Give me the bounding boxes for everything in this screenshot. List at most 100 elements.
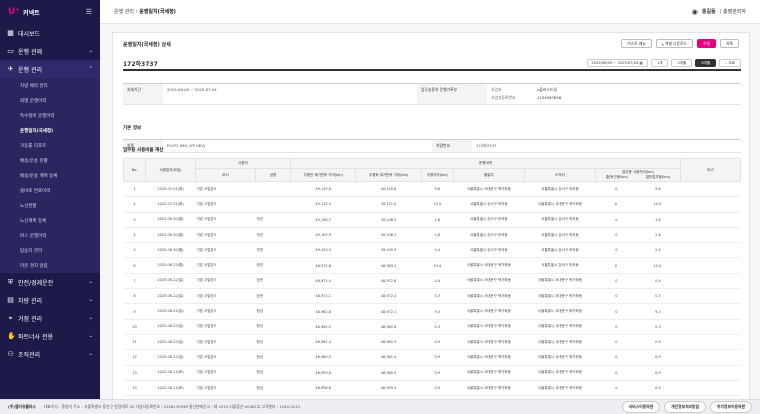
chevron-icon: ⌄ [88,297,93,303]
table-row[interactable]: 3 2025-06-30(월) 기본 사업장3 자연 49,106.7 49,108.5 1… [123,212,741,228]
privacy-link[interactable]: 개인정보처리방침 [664,401,707,413]
table-row[interactable]: 5 2025-06-30(월) 기본 사업장3 자연 49,103.5 49,105.9 2… [123,242,741,259]
submenu-item[interactable]: 노선계획 등록 [0,213,100,228]
cell-general: 0.4 [655,278,661,283]
basic-info-row: 차종 EV-PO HEV (YP HEV) 차량번호 172하3737 [123,139,741,153]
cell-dist: 9.8 [421,181,454,198]
submenu-item[interactable]: 회별 운행이력 [0,93,100,108]
usage-table-title: 업무용 사용비율 계산 [123,148,164,153]
table-row[interactable]: 8 2025-06-22(일) 기본 사업장3 정연 48,972.1 48,972.4 0… [123,288,741,305]
sidebar-top-1[interactable]: ▭ 운행 관제 ⌄ [0,42,100,60]
cell-dept: 기본 사업장3 [195,303,256,320]
app-root: U⁺ 커넥트 ☰ ▦ 대시보드 ▭ 운행 관제 ⌄ ✈ 운행 관리 ⌃ 차량 예약 관리 회별 … [0,0,760,414]
footer-company: (주)엘지유플러스 [8,404,36,409]
cell-name: 자연 [255,242,291,259]
cell-dep: 서울특별시 서대문구 북가좌동 [453,181,525,198]
table-row[interactable]: 2 2025-07-01(화) 기본 사업장3 49,110.5 49,121.0 10.… [123,196,741,213]
cell-name [255,196,291,213]
table-row[interactable]: 13 2025-06-21(토) 기본 사업장3 한남 48,959.8 48,960.5… [123,365,741,381]
submenu-item[interactable]: 배송/운송 현황 [0,153,100,168]
col-general: 일반업무용(km) [645,175,671,179]
menu-icon[interactable]: ☰ [86,8,92,16]
submenu-item[interactable]: 배송/운송 계획 등록 [0,168,100,183]
brand-logo[interactable]: U⁺ [8,7,20,17]
cell-commute: 0 [615,248,618,253]
history-button[interactable]: 히스토 메뉴 [621,39,652,48]
cell-dist: 0.3 [421,288,454,305]
table-row[interactable]: 10 2025-06-22(일) 기본 사업장3 한남 48,962.5 48,962.8… [123,319,741,335]
period-1m[interactable]: 1개 [650,59,669,67]
cell-date: 2025-06-21(토) [145,365,196,381]
submenu-item[interactable]: 버스 운행이력 [0,228,100,243]
page-title: 운행일지(국세청) 상세 [123,42,171,48]
submenu-item[interactable]: 거동률 리포트 [0,138,100,153]
sidebar-bottom-1[interactable]: ▤ 차량 관리 ⌄ [0,291,100,309]
cell-general: 0.9 [655,370,661,375]
table-row[interactable]: 1 2025-07-01(화) 기본 사업장3 49,110.8 49,120.6 9.8… [123,181,741,198]
footer-info: 대표이사 : 홍범식 주소 : 서울특별시 용산구 한강대로 32 사업자등록번… [43,404,300,409]
user-info[interactable]: ◉ 홍길동 / 총괄관리자 [692,8,746,16]
cell-dep: 서울특별시 서대문구 북가좌동 [453,319,525,335]
sidebar-top-2[interactable]: ✈ 운행 관리 ⌃ [0,60,100,78]
cell-general: 0.9 [655,340,661,345]
cell-before: 48,960.5 [290,349,356,366]
sidebar-top-0[interactable]: ▦ 대시보드 [0,24,100,42]
location-terms-link[interactable]: 위치정보이용약관 [710,401,752,413]
sidebar-bottom-4[interactable]: ⚇ 조직관리 ⌄ [0,345,100,363]
terms-link[interactable]: 서비스이용약관 [621,401,661,413]
period-3m[interactable]: 3개월 [671,59,693,67]
cell-date: 2025-06-23(월) [145,257,196,274]
submenu-item[interactable]: 노선현황 [0,198,100,213]
cell-after: 48,972.1 [355,303,422,320]
period-label: 과세기간 [123,84,163,104]
cell-dist: 0.9 [421,334,454,351]
sidebar-bottom-2[interactable]: ⌖ 거점 관리 ⌄ [0,309,100,327]
cell-dep: 서울특별시 서대문구 북가좌동 [453,303,525,320]
cell-dest: 서울특별시 강서구 마곡동 [524,181,596,198]
cell-after: 48,972.4 [355,288,422,305]
table-row[interactable]: 13 2025-06-21(토) 기본 사업장3 한남 48,958.6 48,959.5… [123,380,741,397]
cell-before: 48,958.6 [290,380,356,397]
date-range-input[interactable]: 2025/06/05 ~ 2025/07/04 ▦ [586,59,648,67]
cell-dest: 서울특별시 서대문구 북가좌동 [524,334,596,351]
table-row[interactable]: 11 2025-06-22(일) 기본 사업장3 한남 48,961.4 48,962.3… [123,334,741,351]
cell-before: 49,103.5 [290,242,356,259]
cell-dist: 1.8 [421,212,454,228]
edit-button[interactable]: 수정 [697,39,716,48]
breadcrumb-item[interactable]: 운행 관리 [114,9,134,15]
submenu-item[interactable]: 물비로 연료이력 [0,183,100,198]
search-label: 조회 [728,60,735,65]
chevron-icon: ⌄ [88,315,93,321]
cell-before: 49,106.7 [290,212,356,228]
table-row[interactable]: 4 2025-06-30(월) 기본 사업장3 자연 49,105.9 49,108.7 2… [123,227,741,244]
search-button[interactable]: ⌕ 조회 [719,59,741,67]
cell-general: 1.8 [655,217,661,222]
cell-note [680,196,741,213]
submenu-item[interactable]: 특수정비 운행이력 [0,108,100,123]
submenu-item[interactable]: 운행일지(국세청) [0,123,100,138]
chevron-icon: ⌄ [88,48,93,54]
submenu-item[interactable]: 미운 경지 알림 [0,258,100,273]
list-button[interactable]: 목록 [720,39,739,48]
cell-biz: 0 0.9 [595,380,681,397]
table-row[interactable]: 6 2025-06-23(월) 기본 사업장3 정연 48,972.8 48,983.2 1… [123,257,741,274]
cell-dist: 0.3 [421,319,454,335]
cell-general: 0.3 [655,324,661,329]
cell-commute: 0 [615,370,618,375]
cell-no: 4 [123,227,146,244]
cell-dept: 기본 사업장3 [195,227,256,244]
plate-value: 172하3737 [476,143,497,148]
footer-links: 서비스이용약관 개인정보처리방침 위치정보이용약관 [621,401,752,413]
period-6m[interactable]: 6개월 [695,59,717,67]
submenu-item[interactable]: 차량 예약 관리 [0,78,100,93]
sidebar-bottom-3[interactable]: ✋ 파트너사 전용 ⌄ [0,327,100,345]
table-row[interactable]: 12 2025-06-22(일) 기본 사업장3 한남 48,960.5 48,961.4… [123,349,741,366]
sidebar-bottom-0[interactable]: ⛨ 안전/경제운전 ⌄ [0,273,100,291]
top-header: 운행 관리 › 운행일지(국세청) ◉ 홍길동 / 총괄관리자 [100,0,760,24]
cell-dest: 서울특별시 서대문구 북가좌동 [524,196,596,213]
table-row[interactable]: 7 2025-06-22(일) 기본 사업장3 정연 48,972.4 48,972.8 0… [123,273,741,290]
submenu-item[interactable]: 탑승자 관리 [0,243,100,258]
excel-download-button[interactable]: ⤓ 엑셀 다운로드 [655,39,693,48]
table-row[interactable]: 9 2025-06-22(일) 기본 사업장3 한남 48,962.8 48,972.1 9… [123,303,741,320]
cell-note [680,303,741,320]
